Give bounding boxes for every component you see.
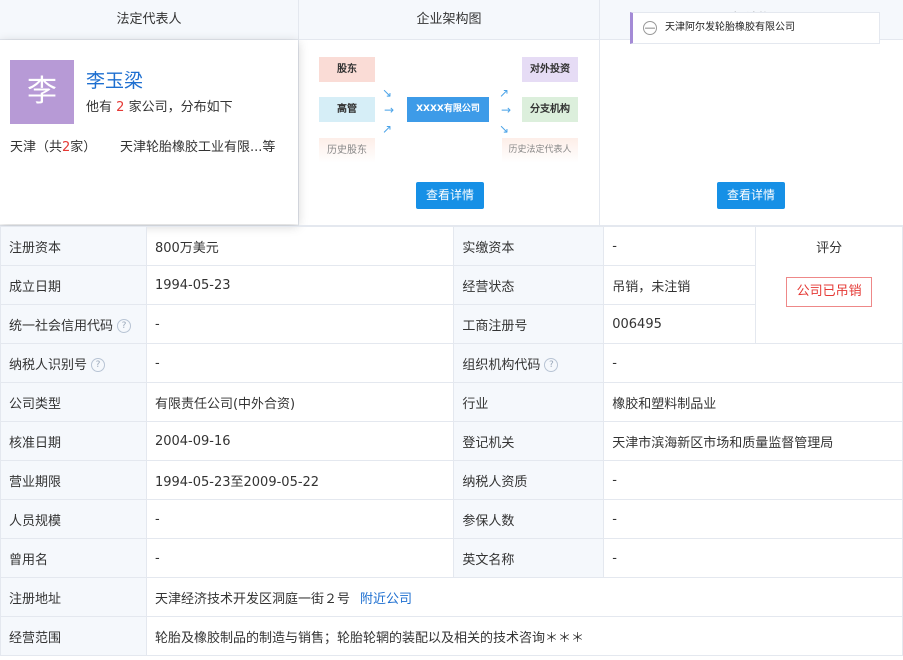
org-code-label-cell: 组织机构代码? xyxy=(453,343,605,383)
approve-date-label: 核准日期 xyxy=(0,421,147,461)
authority-label: 登记机关 xyxy=(453,421,605,461)
taxpayer-value: - xyxy=(603,460,903,500)
count-number: 2 xyxy=(116,100,125,115)
arrow-icon: ↗ xyxy=(499,86,510,100)
score-cell: 评分 公司已吊销 xyxy=(755,226,903,344)
count-prefix: 他有 xyxy=(86,100,113,115)
legal-rep-card-title[interactable]: 法定代表人 xyxy=(0,0,298,40)
equity-chart-card: 股权结构图 — 天津阿尔发轮胎橡胶有限公司 查看详情 xyxy=(600,0,903,226)
table-row: 公司类型 有限责任公司(中外合资) 行业 橡胶和塑料制品业 xyxy=(0,382,903,422)
org-code-value: - xyxy=(603,343,903,383)
org-manager-box: 高管 xyxy=(319,97,375,122)
address-value: 天津经济技术开发区洞庭一街２号 xyxy=(154,591,350,607)
table-row: 注册地址 天津经济技术开发区洞庭一街２号 附近公司 xyxy=(0,577,903,617)
table-row: 人员规模 - 参保人数 - xyxy=(0,499,903,539)
industry-label: 行业 xyxy=(453,382,605,422)
company-info-table: 注册资本 800万美元 实缴资本 - 评分 公司已吊销 成立日期 1994-05… xyxy=(0,226,903,656)
org-branch-box: 分支机构 xyxy=(522,97,578,122)
avatar[interactable]: 李 xyxy=(10,60,74,124)
staff-value: - xyxy=(145,499,455,539)
arrow-icon: ↘ xyxy=(499,122,510,136)
reg-no-label: 工商注册号 xyxy=(453,304,605,344)
person-name[interactable]: 李玉梁 xyxy=(86,66,143,93)
authority-value: 天津市滨海新区市场和质量监督管理局 xyxy=(603,421,903,461)
scope-value: 轮胎及橡胶制品的制造与销售；轮胎轮辋的装配以及相关的技术咨询＊＊＊ xyxy=(145,616,903,656)
nearby-companies-link[interactable]: 附近公司 xyxy=(360,592,412,607)
org-history-shareholder-box: 历史股东 xyxy=(319,138,375,163)
insured-label: 参保人数 xyxy=(453,499,605,539)
reg-no-value: 006495 xyxy=(603,304,757,344)
arrow-icon: → xyxy=(501,103,512,117)
table-row: 纳税人识别号? - 组织机构代码? - xyxy=(0,343,903,383)
found-date-label: 成立日期 xyxy=(0,265,147,305)
tax-id-label-cell: 纳税人识别号? xyxy=(0,343,147,383)
address-cell: 天津经济技术开发区洞庭一街２号 附近公司 xyxy=(145,577,903,617)
scope-label: 经营范围 xyxy=(0,616,147,656)
org-center-company-box: XXXX有限公司 xyxy=(407,97,489,122)
address-label: 注册地址 xyxy=(0,577,147,617)
status-label: 经营状态 xyxy=(453,265,605,305)
table-row: 营业期限 1994-05-23至2009-05-22 纳税人资质 - xyxy=(0,460,903,500)
org-chart-card-title[interactable]: 企业架构图 xyxy=(299,0,599,40)
org-investment-box: 对外投资 xyxy=(522,57,578,82)
help-icon[interactable]: ? xyxy=(91,358,106,372)
table-row: 注册资本 800万美元 实缴资本 - 评分 公司已吊销 xyxy=(0,226,903,344)
credit-code-value: - xyxy=(145,304,455,344)
reg-capital-value: 800万美元 xyxy=(145,226,455,266)
former-name-label: 曾用名 xyxy=(0,538,147,578)
tax-id-value: - xyxy=(145,343,455,383)
revoked-stamp: 公司已吊销 xyxy=(786,277,873,307)
approve-date-value: 2004-09-16 xyxy=(145,421,455,461)
org-code-label: 组织机构代码 xyxy=(462,357,541,373)
score-label: 评分 xyxy=(816,241,843,256)
table-row: 核准日期 2004-09-16 登记机关 天津市滨海新区市场和质量监督管理局 xyxy=(0,421,903,461)
term-value: 1994-05-23至2009-05-22 xyxy=(145,460,455,500)
count-suffix: 家公司，分布如下 xyxy=(128,100,233,115)
person-company-count: 他有 2 家公司，分布如下 xyxy=(86,96,233,115)
paid-capital-label: 实缴资本 xyxy=(453,226,605,266)
legal-rep-popup: 李 李玉梁 他有 2 家公司，分布如下 天津（共2家） 天津轮胎橡胶工业有限..… xyxy=(0,40,298,224)
former-name-value: - xyxy=(145,538,455,578)
loc-suffix: 家） xyxy=(70,140,97,155)
person-location[interactable]: 天津（共2家） xyxy=(10,136,96,155)
arrow-icon: ↘ xyxy=(382,86,393,100)
person-company-link[interactable]: 天津轮胎橡胶工业有限...等 xyxy=(120,136,275,155)
taxpayer-label: 纳税人资质 xyxy=(453,460,605,500)
tax-id-label: 纳税人识别号 xyxy=(9,357,88,373)
industry-value: 橡胶和塑料制品业 xyxy=(603,382,903,422)
org-chart-card: 企业架构图 股东 高管 历史股东 ↘ → ↗ XXXX有限公司 ↗ → ↘ 对外… xyxy=(299,0,600,226)
paid-capital-value: - xyxy=(603,226,757,266)
table-row: 曾用名 - 英文名称 - xyxy=(0,538,903,578)
term-label: 营业期限 xyxy=(0,460,147,500)
english-name-label: 英文名称 xyxy=(453,538,605,578)
type-label: 公司类型 xyxy=(0,382,147,422)
loc-prefix: 天津（共 xyxy=(10,140,63,155)
arrow-icon: ↗ xyxy=(382,122,393,136)
help-icon[interactable]: ? xyxy=(117,319,132,333)
help-icon[interactable]: ? xyxy=(544,358,559,372)
credit-code-label-cell: 统一社会信用代码? xyxy=(0,304,147,344)
credit-code-label: 统一社会信用代码 xyxy=(9,318,114,334)
insured-value: - xyxy=(603,499,903,539)
org-details-button[interactable]: 查看详情 xyxy=(416,182,485,209)
status-value: 吊销，未注销 xyxy=(603,265,757,305)
collapse-icon[interactable]: — xyxy=(643,21,657,35)
arrow-icon: → xyxy=(384,103,395,117)
org-history-legal-box: 历史法定代表人 xyxy=(502,138,578,163)
equity-company-name: 天津阿尔发轮胎橡胶有限公司 xyxy=(665,22,795,33)
org-shareholder-box: 股东 xyxy=(319,57,375,82)
found-date-value: 1994-05-23 xyxy=(145,265,455,305)
equity-details-button[interactable]: 查看详情 xyxy=(717,182,786,209)
type-value: 有限责任公司(中外合资) xyxy=(145,382,455,422)
staff-label: 人员规模 xyxy=(0,499,147,539)
english-name-value: - xyxy=(603,538,903,578)
reg-capital-label: 注册资本 xyxy=(0,226,147,266)
table-row: 经营范围 轮胎及橡胶制品的制造与销售；轮胎轮辋的装配以及相关的技术咨询＊＊＊ xyxy=(0,616,903,656)
equity-root-node[interactable]: — 天津阿尔发轮胎橡胶有限公司 xyxy=(630,12,880,44)
